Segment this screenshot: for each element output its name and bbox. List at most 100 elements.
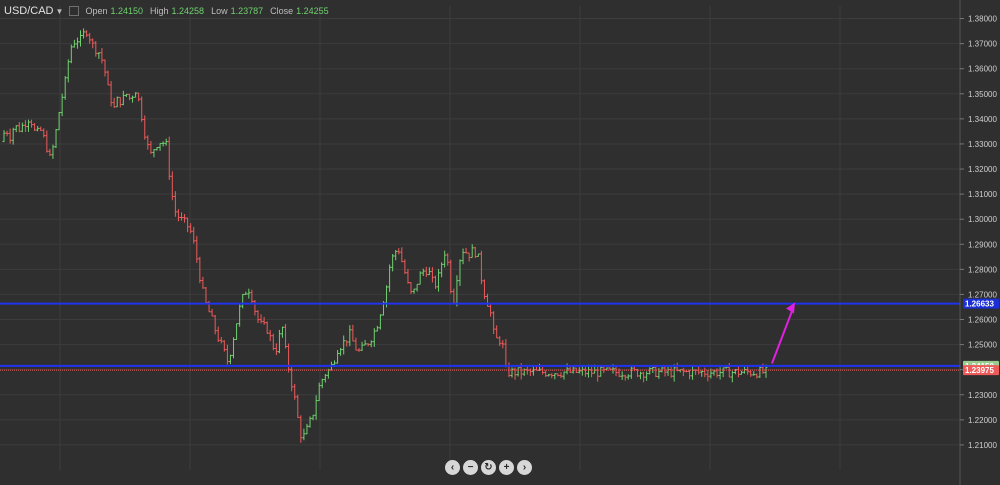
ohlc-bar xyxy=(155,146,159,151)
ohlc-bar xyxy=(482,279,486,300)
ohlc-bar xyxy=(360,341,364,351)
y-tick-label: 1.33000 xyxy=(968,140,997,149)
ohlc-bar xyxy=(66,59,70,83)
ohlc-bar xyxy=(510,367,514,378)
ohlc-bar xyxy=(700,370,704,377)
ohlc-bar xyxy=(397,248,401,255)
symbol-label[interactable]: USD/CAD xyxy=(4,5,54,17)
chevron-right-icon[interactable]: › xyxy=(517,460,532,475)
ohlc-bar xyxy=(464,247,468,254)
ohlc-bar xyxy=(553,373,557,380)
y-tick-label: 1.25000 xyxy=(968,341,997,350)
ohlc-bar xyxy=(241,293,245,309)
ohlc-bar xyxy=(274,343,278,356)
ohlc-bar xyxy=(354,337,358,351)
plus-icon[interactable]: + xyxy=(499,460,514,475)
y-tick-label: 1.28000 xyxy=(968,265,997,274)
ohlc-bar xyxy=(614,365,618,377)
ohlc-bar xyxy=(406,268,410,284)
ohlc-bar xyxy=(345,340,349,347)
ohlc-bar xyxy=(149,141,153,154)
open-label: Open xyxy=(85,6,108,16)
y-tick-label: 1.34000 xyxy=(968,115,997,124)
ohlc-bar xyxy=(213,315,217,335)
y-tick-label: 1.30000 xyxy=(968,215,997,224)
ohlc-bar xyxy=(681,367,685,377)
ohlc-bar xyxy=(320,378,324,389)
ohlc-bar xyxy=(259,314,263,324)
ohlc-bar xyxy=(33,123,37,131)
ohlc-bar xyxy=(476,253,480,258)
arrow-shaft xyxy=(771,308,794,364)
ohlc-bar xyxy=(339,347,343,356)
ohlc-bar xyxy=(250,289,254,303)
caret-down-icon[interactable]: ▼ xyxy=(56,7,64,16)
ohlc-bar xyxy=(277,329,281,354)
ohlc-bar xyxy=(45,130,49,153)
ohlc-bar xyxy=(547,373,551,377)
ohlc-bar xyxy=(391,253,395,272)
ohlc-bar xyxy=(256,310,260,324)
ohlc-bar xyxy=(39,126,43,132)
y-tick-label: 1.27000 xyxy=(968,290,997,299)
ohlc-bar xyxy=(265,321,269,334)
ohlc-bar xyxy=(8,128,12,144)
ohlc-bar xyxy=(121,90,125,106)
ohlc-bar xyxy=(516,367,520,377)
ohlc-bar xyxy=(372,328,376,347)
ohlc-bar xyxy=(201,276,205,289)
ohlc-bar xyxy=(293,383,297,400)
y-tick-label: 1.21000 xyxy=(968,441,997,450)
price-axis: 1.38000 1.37000 1.36000 1.35000 1.34000 1.330… xyxy=(959,0,997,485)
ohlc-bar xyxy=(369,340,373,348)
ohlc-bar xyxy=(752,371,756,376)
ohlc-bar xyxy=(2,130,6,143)
ohlc-bar xyxy=(706,369,710,382)
chevron-left-icon[interactable]: ‹ xyxy=(445,460,460,475)
checkbox-icon[interactable] xyxy=(69,6,80,16)
ohlc-bar xyxy=(268,329,272,342)
y-tick-label: 1.23000 xyxy=(968,391,997,400)
ohlc-bar xyxy=(415,283,419,292)
y-tick-label: 1.35000 xyxy=(968,90,997,99)
ohlc-bar xyxy=(207,300,211,313)
ohlc-bar xyxy=(222,340,226,352)
ohlc-bar xyxy=(146,135,150,150)
price-chart[interactable]: 1.38000 1.37000 1.36000 1.35000 1.34000 1.330… xyxy=(0,0,1000,485)
ohlc-bar xyxy=(351,324,355,342)
ohlc-bar xyxy=(134,92,138,98)
chart-header: USD/CAD ▼ Open 1.24150 High 1.24258 Low … xyxy=(4,3,336,19)
ohlc-bar xyxy=(244,291,248,295)
ohlc-bar xyxy=(69,44,73,64)
y-tick-label: 1.37000 xyxy=(968,40,997,49)
ohlc-bar xyxy=(721,367,725,378)
annotation-arrow[interactable] xyxy=(771,302,795,364)
ohlc-bar xyxy=(749,370,753,377)
ohlc-bar xyxy=(30,119,34,128)
ohlc-bar xyxy=(755,373,759,379)
y-tick-label: 1.38000 xyxy=(968,15,997,24)
refresh-icon[interactable]: ↻ xyxy=(481,460,496,475)
ohlc-bar xyxy=(131,95,135,103)
price-tags: 1.266331.241501.23975 xyxy=(963,298,999,376)
horizontal-lines[interactable] xyxy=(0,302,960,371)
ohlc-bar xyxy=(648,367,652,375)
ohlc-bar xyxy=(672,364,676,382)
ohlc-bar xyxy=(60,93,64,117)
ohlc-bar xyxy=(443,250,447,268)
ohlc-bar xyxy=(17,122,21,133)
y-tick-label: 1.22000 xyxy=(968,416,997,425)
ohlc-bar xyxy=(26,119,30,132)
ohlc-bar xyxy=(620,371,624,380)
y-tick-label: 1.26000 xyxy=(968,316,997,325)
ohlc-bar xyxy=(504,339,508,368)
ohlc-bar xyxy=(79,30,83,47)
ohlc-bar xyxy=(51,144,55,159)
ohlc-bar xyxy=(5,130,9,137)
ohlc-bar xyxy=(314,395,318,420)
ohlc-bar xyxy=(544,370,548,378)
minus-icon[interactable]: − xyxy=(463,460,478,475)
ohlc-bar xyxy=(296,394,300,418)
ohlc-bar xyxy=(599,365,603,377)
ohlc-bar xyxy=(20,122,24,133)
